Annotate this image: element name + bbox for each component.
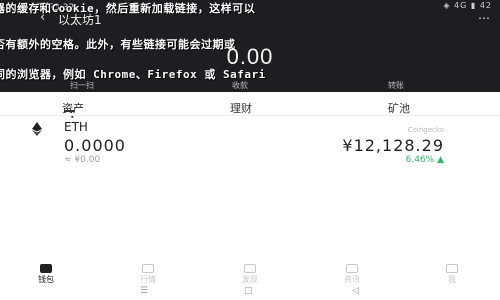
price-source: Coingecko	[407, 126, 444, 134]
asset-tabs: 资产 理财 矿池	[0, 96, 500, 116]
title-row: ‹ 以太坊1 ⋯	[0, 9, 500, 29]
nav-me-label: 我	[448, 275, 456, 284]
menu-icon[interactable]: ☰	[140, 286, 148, 296]
home-icon[interactable]: □	[244, 286, 253, 296]
nav-market-label: 行情	[140, 275, 156, 284]
quick-actions: 扫一扫 收款 转账	[0, 80, 500, 92]
nav-news[interactable]: 资讯	[332, 264, 372, 285]
market-icon	[142, 264, 154, 273]
transfer-button[interactable]: 转账	[388, 80, 404, 91]
news-icon	[346, 264, 358, 273]
nav-me[interactable]: 我	[432, 264, 472, 285]
asset-amount: 0.0000	[64, 136, 126, 155]
tab-finance[interactable]: 理财	[230, 100, 252, 116]
tab-pool[interactable]: 矿池	[388, 100, 410, 116]
asset-symbol: ETH	[64, 120, 88, 134]
ethereum-icon	[32, 122, 42, 136]
nav-discover-label: 发现	[242, 275, 258, 284]
nav-market[interactable]: 行情	[128, 264, 168, 285]
system-navigation-bar: ☰ □ ◁	[0, 286, 500, 300]
collect-button[interactable]: 收款	[232, 80, 248, 91]
nav-wallet[interactable]: 钱包	[26, 264, 66, 285]
wallet-header: 下午3:32 ◈ 4G ▮ 42 器的缓存和Cookie，然后重新加载链接，这样…	[0, 0, 500, 92]
profile-icon	[446, 264, 458, 273]
wallet-icon	[40, 264, 52, 273]
bottom-nav: 钱包 行情 发现 资讯 我	[0, 264, 500, 286]
nav-wallet-label: 钱包	[38, 275, 54, 284]
scan-button[interactable]: 扫一扫	[70, 80, 94, 91]
nav-discover[interactable]: 发现	[230, 264, 270, 285]
asset-price: ¥12,128.29	[342, 136, 444, 155]
wallet-name[interactable]: 以太坊1	[58, 11, 102, 28]
back-icon[interactable]: ◁	[352, 286, 359, 296]
price-change: 6.46% ▲	[405, 155, 444, 165]
active-tab-indicator	[64, 110, 74, 112]
asset-row-eth[interactable]: ETH Coingecko 0.0000 ¥12,128.29 ≈ ¥0.00 …	[0, 118, 500, 165]
nav-news-label: 资讯	[344, 275, 360, 284]
more-icon[interactable]: ⋯	[478, 11, 490, 25]
back-arrow-icon[interactable]: ‹	[40, 11, 45, 25]
asset-fiat-value: ≈ ¥0.00	[64, 155, 101, 165]
discover-icon	[244, 264, 256, 273]
